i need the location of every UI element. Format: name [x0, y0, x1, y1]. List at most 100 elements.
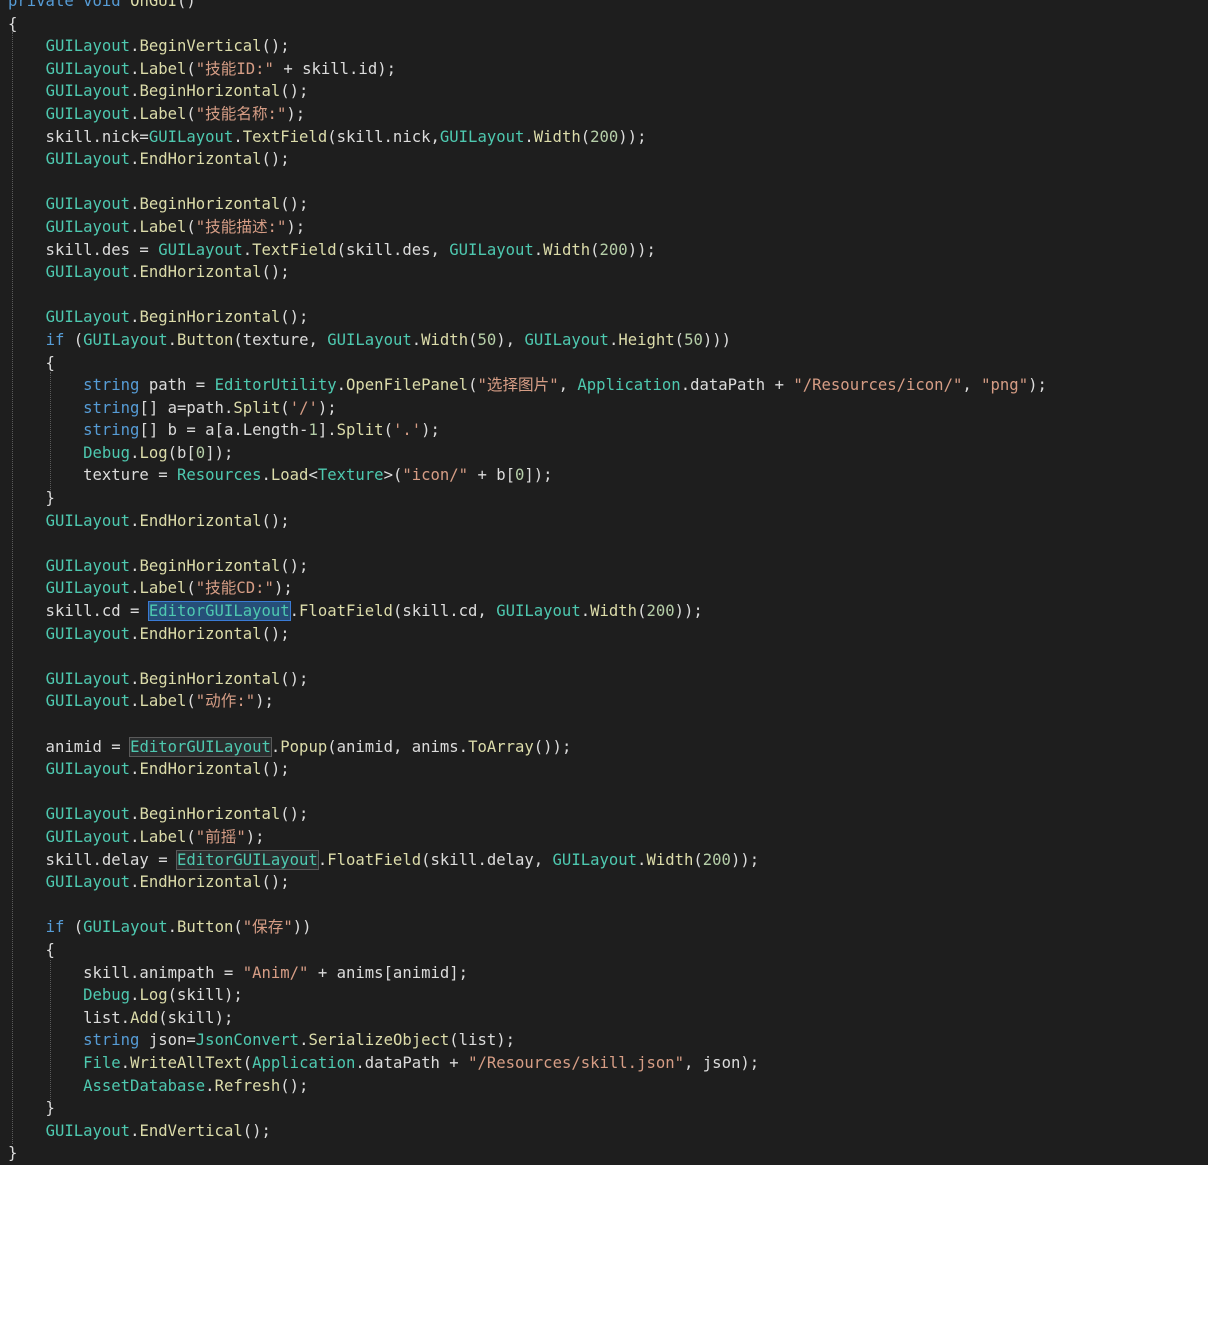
code-token: GUILayout	[45, 1121, 131, 1140]
code-line[interactable]: string[] b = a[a.Length-1].Split('.');	[8, 419, 1208, 442]
code-line[interactable]: skill.animpath = "Anim/" + anims[animid]…	[8, 962, 1208, 985]
code-line[interactable]: }	[8, 1142, 1208, 1165]
code-line[interactable]: GUILayout.EndHorizontal();	[8, 623, 1208, 646]
code-line[interactable]: string[] a=path.Split('/');	[8, 397, 1208, 420]
code-line[interactable]: skill.des = GUILayout.TextField(skill.de…	[8, 239, 1208, 262]
code-token: + anims[animid];	[308, 963, 469, 982]
code-line[interactable]: GUILayout.Label("技能描述:");	[8, 216, 1208, 239]
code-line[interactable]	[8, 532, 1208, 555]
code-line[interactable]: texture = Resources.Load<Texture>("icon/…	[8, 464, 1208, 487]
code-token: AssetDatabase	[83, 1076, 206, 1095]
code-line[interactable]: GUILayout.EndHorizontal();	[8, 148, 1208, 171]
code-line[interactable]: {	[8, 939, 1208, 962]
code-editor[interactable]: private void OnGUI(){ GUILayout.BeginVer…	[0, 0, 1208, 1165]
code-token: BeginHorizontal	[139, 556, 281, 575]
code-token: GUILayout	[524, 330, 609, 349]
code-token: Width	[590, 602, 638, 621]
code-token: string	[83, 421, 140, 440]
code-line[interactable]: private void OnGUI()	[8, 0, 1208, 13]
code-token: GUILayout	[45, 308, 131, 327]
code-token: animid =	[8, 737, 131, 756]
code-line[interactable]: skill.nick=GUILayout.TextField(skill.nic…	[8, 126, 1208, 149]
selected-token: EditorGUILayout	[147, 601, 291, 622]
code-content[interactable]: private void OnGUI(){ GUILayout.BeginVer…	[8, 0, 1208, 1165]
code-token: GUILayout	[45, 579, 131, 598]
code-token: Split	[336, 421, 384, 440]
code-token: );	[286, 104, 306, 123]
code-token: )))	[702, 330, 732, 349]
code-line[interactable]: GUILayout.BeginHorizontal();	[8, 80, 1208, 103]
code-line[interactable]: GUILayout.Label("技能CD:");	[8, 577, 1208, 600]
code-token: "/Resources/icon/"	[793, 376, 963, 395]
code-line[interactable]: GUILayout.EndVertical();	[8, 1120, 1208, 1143]
code-line[interactable]: AssetDatabase.Refresh();	[8, 1075, 1208, 1098]
code-line[interactable]: }	[8, 1097, 1208, 1120]
code-line[interactable]: string path = EditorUtility.OpenFilePane…	[8, 374, 1208, 397]
code-token: Height	[618, 330, 675, 349]
code-line[interactable]: {	[8, 352, 1208, 375]
code-line[interactable]: GUILayout.BeginHorizontal();	[8, 306, 1208, 329]
code-line[interactable]: GUILayout.Label("前摇");	[8, 826, 1208, 849]
code-token: .	[261, 466, 271, 485]
code-token: "/Resources/skill.json"	[468, 1053, 685, 1072]
code-token: + b[	[468, 466, 516, 485]
code-line[interactable]: Debug.Log(b[0]);	[8, 442, 1208, 465]
code-line[interactable]: GUILayout.EndHorizontal();	[8, 510, 1208, 533]
code-line[interactable]: animid = EditorGUILayout.Popup(animid, a…	[8, 736, 1208, 759]
code-token: json=	[139, 1031, 196, 1050]
code-line[interactable]	[8, 781, 1208, 804]
code-line[interactable]: if (GUILayout.Button("保存"))	[8, 916, 1208, 939]
code-token: GUILayout	[45, 195, 131, 214]
code-line[interactable]: GUILayout.BeginHorizontal();	[8, 555, 1208, 578]
code-line[interactable]: GUILayout.BeginHorizontal();	[8, 668, 1208, 691]
code-token: WriteAllText	[130, 1053, 243, 1072]
code-token: Debug	[83, 986, 131, 1005]
code-token: (	[383, 421, 393, 440]
code-line[interactable]	[8, 171, 1208, 194]
code-line[interactable]: GUILayout.Label("技能名称:");	[8, 103, 1208, 126]
code-line[interactable]: list.Add(skill);	[8, 1007, 1208, 1030]
code-token: EndHorizontal	[139, 760, 262, 779]
code-line[interactable]: GUILayout.EndHorizontal();	[8, 758, 1208, 781]
code-line[interactable]: if (GUILayout.Button(texture, GUILayout.…	[8, 329, 1208, 352]
code-line[interactable]: }	[8, 487, 1208, 510]
code-line[interactable]: skill.delay = EditorGUILayout.FloatField…	[8, 849, 1208, 872]
code-line[interactable]: GUILayout.BeginHorizontal();	[8, 193, 1208, 216]
code-line[interactable]: GUILayout.BeginVertical();	[8, 35, 1208, 58]
code-token: GUILayout	[148, 127, 234, 146]
code-token: (	[590, 240, 600, 259]
code-token: EndHorizontal	[139, 150, 262, 169]
code-line[interactable]: Debug.Log(skill);	[8, 984, 1208, 1007]
code-token: list.	[8, 1008, 131, 1027]
code-token: private	[8, 0, 84, 10]
code-line[interactable]: GUILayout.EndHorizontal();	[8, 871, 1208, 894]
code-token: ].	[317, 421, 337, 440]
code-line[interactable]	[8, 645, 1208, 668]
code-line[interactable]: File.WriteAllText(Application.dataPath +…	[8, 1052, 1208, 1075]
code-token: GUILayout	[158, 240, 243, 259]
code-line[interactable]: GUILayout.Label("技能ID:" + skill.id);	[8, 58, 1208, 81]
code-token: EndHorizontal	[139, 263, 262, 282]
code-token: .	[167, 918, 178, 937]
code-line[interactable]: GUILayout.EndHorizontal();	[8, 261, 1208, 284]
code-token: ();	[242, 1121, 271, 1140]
code-line[interactable]: GUILayout.Label("动作:");	[8, 690, 1208, 713]
code-line[interactable]	[8, 713, 1208, 736]
code-line[interactable]: string json=JsonConvert.SerializeObject(…	[8, 1029, 1208, 1052]
code-token: Application	[252, 1053, 356, 1072]
code-token: texture =	[8, 466, 177, 485]
code-line[interactable]: {	[8, 13, 1208, 36]
code-line[interactable]	[8, 284, 1208, 307]
code-token: FloatField	[327, 850, 422, 869]
code-token: (skill);	[167, 986, 243, 1005]
code-token: Label	[139, 217, 187, 236]
code-token: (b[	[167, 443, 196, 462]
code-line[interactable]: skill.cd = EditorGUILayout.FloatField(sk…	[8, 600, 1208, 623]
code-line[interactable]: GUILayout.BeginHorizontal();	[8, 803, 1208, 826]
code-line[interactable]	[8, 894, 1208, 917]
code-token: );	[1028, 376, 1047, 395]
